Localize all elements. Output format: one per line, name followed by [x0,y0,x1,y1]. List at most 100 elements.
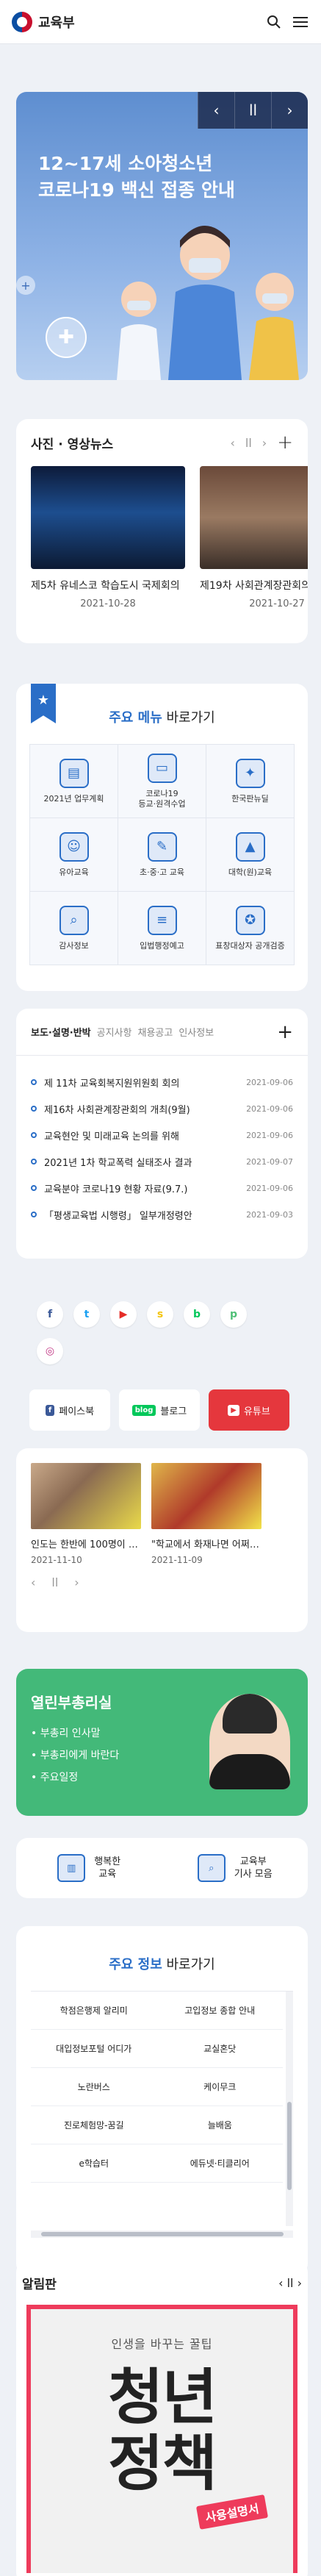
post-icon[interactable]: p [220,1301,247,1328]
press-item-date: 2021-09-06 [246,1130,293,1140]
info-links-title: 주요 정보 바로가기 [16,1926,308,1991]
info-link[interactable]: 케이무크 [156,2068,283,2106]
info-link[interactable]: 교실혼닷 [156,2030,283,2068]
menu-item-award[interactable]: ✪ 표창대상자 공개검증 [206,892,295,965]
medical-cross-icon: ✚ [46,317,87,358]
video-item[interactable]: 인도는 한반에 100명이 넘는다는데… 2021-11-10 [31,1463,141,1565]
menu-item-legislation[interactable]: ≡ 입법행정예고 [118,892,206,965]
tab-recruit[interactable]: 채용공고 [137,1025,173,1039]
press-item[interactable]: 제16차 사회관계장관회의 개최(9월) 2021-09-06 [31,1095,293,1122]
facebook-icon[interactable]: f [37,1301,63,1328]
info-link[interactable]: 고입정보 종합 안내 [156,1992,283,2030]
hero-banner[interactable]: ‹ ll › 12~17세 소아청소년 코로나19 백신 접종 안내 + ✚ [16,92,308,380]
main-menu-title-suffix: 바로가기 [162,710,215,726]
photo-news-pause-button[interactable]: ll [245,436,252,450]
photo-news-thumbnail [200,466,308,569]
bullet-icon [31,1079,37,1085]
video-pause-button[interactable]: ll [51,1575,58,1589]
menu-item-business-plan[interactable]: ▤ 2021년 업무계획 [30,745,118,818]
info-link[interactable]: 에듀넷·티클리어 [156,2144,283,2183]
horizontal-scrollbar[interactable] [31,2230,293,2238]
press-item[interactable]: 교육현안 및 미래교육 논의를 위해 2021-09-06 [31,1122,293,1148]
search-icon[interactable] [265,13,283,31]
video-prev-button[interactable]: ‹ [31,1575,35,1589]
notice-pause-button[interactable]: ll [287,2276,294,2290]
bullet-icon [31,1106,37,1112]
info-link[interactable]: 늘배움 [156,2106,283,2144]
press-more-button[interactable]: + [277,1021,293,1043]
bulb-icon: ✦ [235,758,265,788]
quick-link-news[interactable]: ⌕ 교육부 기사 모음 [162,1838,309,1898]
hero-pause-button[interactable]: ll [234,92,271,129]
press-item[interactable]: 제 11차 교육회복지원위원회 회의 2021-09-06 [31,1069,293,1095]
photo-news-prev-button[interactable]: ‹ [231,436,235,450]
youtube-channel-button[interactable]: ▶ 유튜브 [209,1389,289,1431]
hero-controls: ‹ ll › [198,92,308,129]
photo-news-item[interactable]: 제19차 사회관계장관회의 2021-10-27 [200,466,308,609]
tab-notice[interactable]: 공지사항 [97,1025,132,1039]
info-link[interactable]: e학습터 [31,2144,157,2183]
notice-poster[interactable]: 인생을 바꾸는 꿀팁 청년 정책 사용설명서 [26,2305,297,2573]
photo-news-next-button[interactable]: › [262,436,267,450]
video-thumbnail [151,1463,262,1529]
info-links-title-highlight: 주요 정보 [109,1957,162,1972]
plus-circle-icon: + [16,276,35,295]
taegeuk-logo-icon [12,11,32,32]
info-links-section: 주요 정보 바로가기 학점은행제 알리미 고입정보 종합 안내 대입정보포털 어… [16,1926,308,2275]
press-item-title: 「평생교육법 시행령」 일부개정령안 [44,1210,192,1222]
poster-subtitle: 인생을 바꾸는 꿀팁 [111,2337,213,2351]
video-caption: 인도는 한반에 100명이 넘는다는데… [31,1539,141,1550]
bullet-icon [31,1159,37,1164]
info-links-list[interactable]: 학점은행제 알리미 고입정보 종합 안내 대입정보포털 어디가 교실혼닷 노란버… [31,1991,293,2226]
hamburger-menu-icon[interactable] [292,13,309,31]
notice-next-button[interactable]: › [297,2276,302,2290]
blog-channel-button[interactable]: blog 블로그 [119,1389,200,1431]
press-item[interactable]: 교육분야 코로나19 현황 자료(9.7.) 2021-09-06 [31,1175,293,1201]
press-section: 보도·설명·반박 공지사항 채용공고 인사정보 + 제 11차 교육회복지원위원… [16,1009,308,1259]
vertical-scrollbar[interactable] [286,1992,293,2226]
main-menu-section: ★ 주요 메뉴 바로가기 ▤ 2021년 업무계획 ▭ 코로나19 등교·원격수업 … [16,684,308,991]
instagram-icon[interactable]: ◎ [37,1338,63,1364]
twitter-icon[interactable]: t [73,1301,100,1328]
menu-item-early-childhood[interactable]: ☺ 유아교육 [30,818,118,892]
law-document-icon: ≡ [147,905,177,935]
menu-item-k12[interactable]: ✎ 초·중·고 교육 [118,818,206,892]
blog-icon[interactable]: b [184,1301,210,1328]
sns-icons: f t ▶ s b p ◎ [37,1301,272,1364]
press-item-title: 제16차 사회관계장관회의 개최(9월) [44,1104,190,1116]
video-next-button[interactable]: › [74,1575,79,1589]
press-item[interactable]: 2021년 1차 학교폭력 실태조사 결과 2021-09-07 [31,1148,293,1175]
header: 교육부 [0,0,321,44]
photo-news-item[interactable]: 제5차 유네스코 학습도시 국제회의 2021-10-28 [31,466,185,609]
document-search-icon: ⌕ [59,905,89,935]
menu-item-audit[interactable]: ⌕ 감사정보 [30,892,118,965]
channel-label: 페이스북 [59,1406,95,1417]
quick-link-happy-education[interactable]: ▥ 행복한 교육 [16,1838,162,1898]
press-item-date: 2021-09-06 [246,1103,293,1114]
kakaostory-icon[interactable]: s [147,1301,173,1328]
video-date: 2021-11-09 [151,1555,203,1565]
menu-item-label: 초·중·고 교육 [139,867,185,877]
tab-personnel[interactable]: 인사정보 [178,1025,214,1039]
video-thumbnail [31,1463,141,1529]
poster-tag: 사용설명서 [196,2494,269,2530]
tab-press[interactable]: 보도·설명·반박 [31,1025,91,1039]
hero-prev-button[interactable]: ‹ [198,92,234,129]
photo-news-section: 사진 · 영상뉴스 ‹ ll › + 제5차 유네스코 학습도시 국제회의 20… [16,419,308,643]
info-link[interactable]: 대입정보포털 어디가 [31,2030,157,2068]
menu-item-university[interactable]: ▲ 대학(원)교육 [206,818,295,892]
video-item[interactable]: "학교에서 화재나면 어쩌지?" 2021-11-09 [151,1463,262,1565]
info-link[interactable]: 진로체험망-꿈길 [31,2106,157,2144]
menu-item-covid-school[interactable]: ▭ 코로나19 등교·원격수업 [118,745,206,818]
hero-next-button[interactable]: › [271,92,308,129]
logo[interactable]: 교육부 [12,11,75,32]
menu-item-new-deal[interactable]: ✦ 한국판뉴딜 [206,745,295,818]
youtube-icon[interactable]: ▶ [110,1301,137,1328]
photo-news-more-button[interactable]: + [277,432,293,454]
notice-prev-button[interactable]: ‹ [278,2276,283,2290]
facebook-channel-button[interactable]: f 페이스북 [29,1389,110,1431]
press-item[interactable]: 「평생교육법 시행령」 일부개정령안 2021-09-03 [31,1201,293,1228]
info-link[interactable]: 학점은행제 알리미 [31,1992,157,2030]
info-link[interactable]: 노란버스 [31,2068,157,2106]
bullet-icon [31,1212,37,1217]
